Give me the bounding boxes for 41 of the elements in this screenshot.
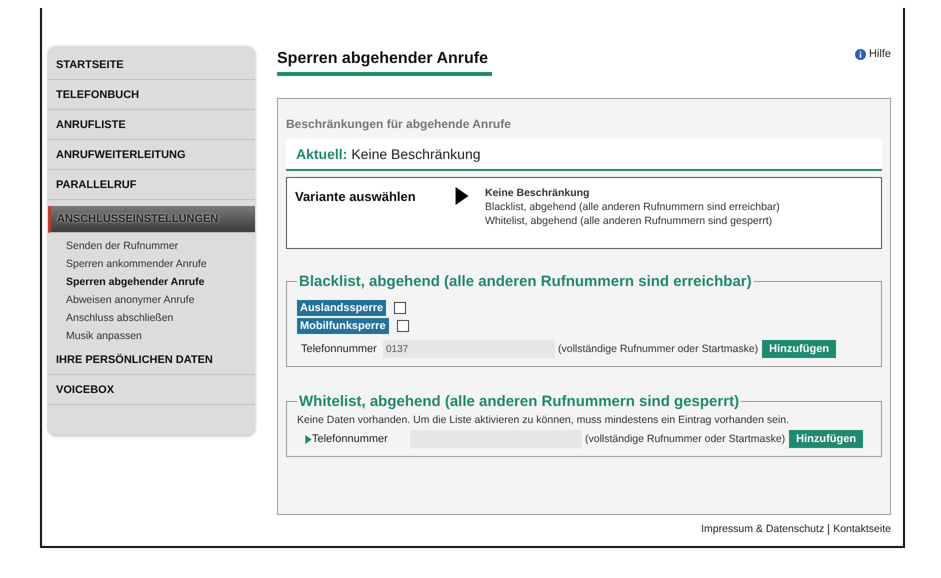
checkbox[interactable] — [394, 302, 406, 314]
variant-label: Variante auswählen — [295, 189, 417, 206]
sidebar-item[interactable]: STARTSEITE — [48, 50, 255, 80]
field-hint: (vollständige Rufnummer oder Startmaske) — [585, 433, 786, 445]
sidebar-subitem[interactable]: Abweisen anonymer Anrufe — [48, 291, 255, 309]
sidebar-subitem[interactable]: Sperren abgehender Anrufe — [48, 273, 255, 291]
group-title: Whitelist, abgehend (alle anderen Rufnummern sind gesperrt) — [298, 393, 740, 410]
sidebar-item[interactable]: ANRUFWEITERLEITUNG — [48, 140, 255, 170]
add-button[interactable]: Hinzufügen — [762, 340, 836, 358]
empty-message: Keine Daten vorhanden. Um die Liste aktivieren zu können, muss mindestens ein Eintrag vorhanden sein. — [297, 414, 790, 426]
triangle-icon — [305, 434, 312, 444]
variant-option[interactable]: Keine Beschränkung — [485, 187, 780, 199]
current-label: Aktuell: — [296, 146, 348, 162]
group-title: Blacklist, abgehend (alle anderen Rufnummern sind erreichbar) — [298, 273, 753, 290]
checkbox-label: Auslandssperre — [297, 300, 386, 316]
sidebar-subitem[interactable]: Senden der Rufnummer — [48, 237, 255, 255]
field-label: Telefonnummer — [301, 343, 378, 355]
sidebar-subitem[interactable]: Anschluss abschließen — [48, 309, 255, 327]
triangle-icon — [455, 187, 469, 205]
sidebar-item[interactable]: ANRUFLISTE — [48, 110, 255, 140]
sidebar-subitem[interactable]: Musik anpassen — [48, 327, 255, 345]
field-hint: (vollständige Rufnummer oder Startmaske) — [558, 343, 758, 355]
variant-option[interactable]: Blacklist, abgehend (alle anderen Rufnummern sind erreichbar) — [485, 201, 780, 213]
page-title: Sperren abgehender Anrufe — [277, 50, 492, 76]
sidebar-subitem[interactable]: Sperren ankommender Anrufe — [48, 255, 255, 273]
sidebar-item[interactable]: TELEFONBUCH — [48, 80, 255, 110]
footer-link[interactable]: Impressum & Datenschutz — [701, 523, 824, 535]
sidebar-item[interactable]: VOICEBOX — [48, 375, 255, 405]
add-button[interactable]: Hinzufügen — [789, 430, 864, 448]
variant-option[interactable]: Whitelist, abgehend (alle anderen Rufnummern sind gesperrt) — [485, 215, 780, 227]
field-label: Telefonnummer — [312, 433, 389, 445]
current-value: Keine Beschränkung — [351, 146, 481, 162]
checkbox[interactable] — [396, 320, 409, 332]
footer-link[interactable]: Kontaktseite — [833, 523, 891, 535]
checkbox-label: Mobilfunksperre — [297, 318, 389, 334]
section-heading: Beschränkungen für abgehende Anrufe — [286, 117, 512, 131]
phone-input[interactable]: 0137 — [383, 340, 555, 358]
info-icon — [854, 48, 866, 60]
sidebar-item[interactable]: PARALLELRUF — [48, 170, 255, 200]
sidebar-item[interactable]: IHRE PERSÖNLICHEN DATEN — [48, 345, 255, 375]
help-link[interactable]: Hilfe — [854, 48, 891, 60]
